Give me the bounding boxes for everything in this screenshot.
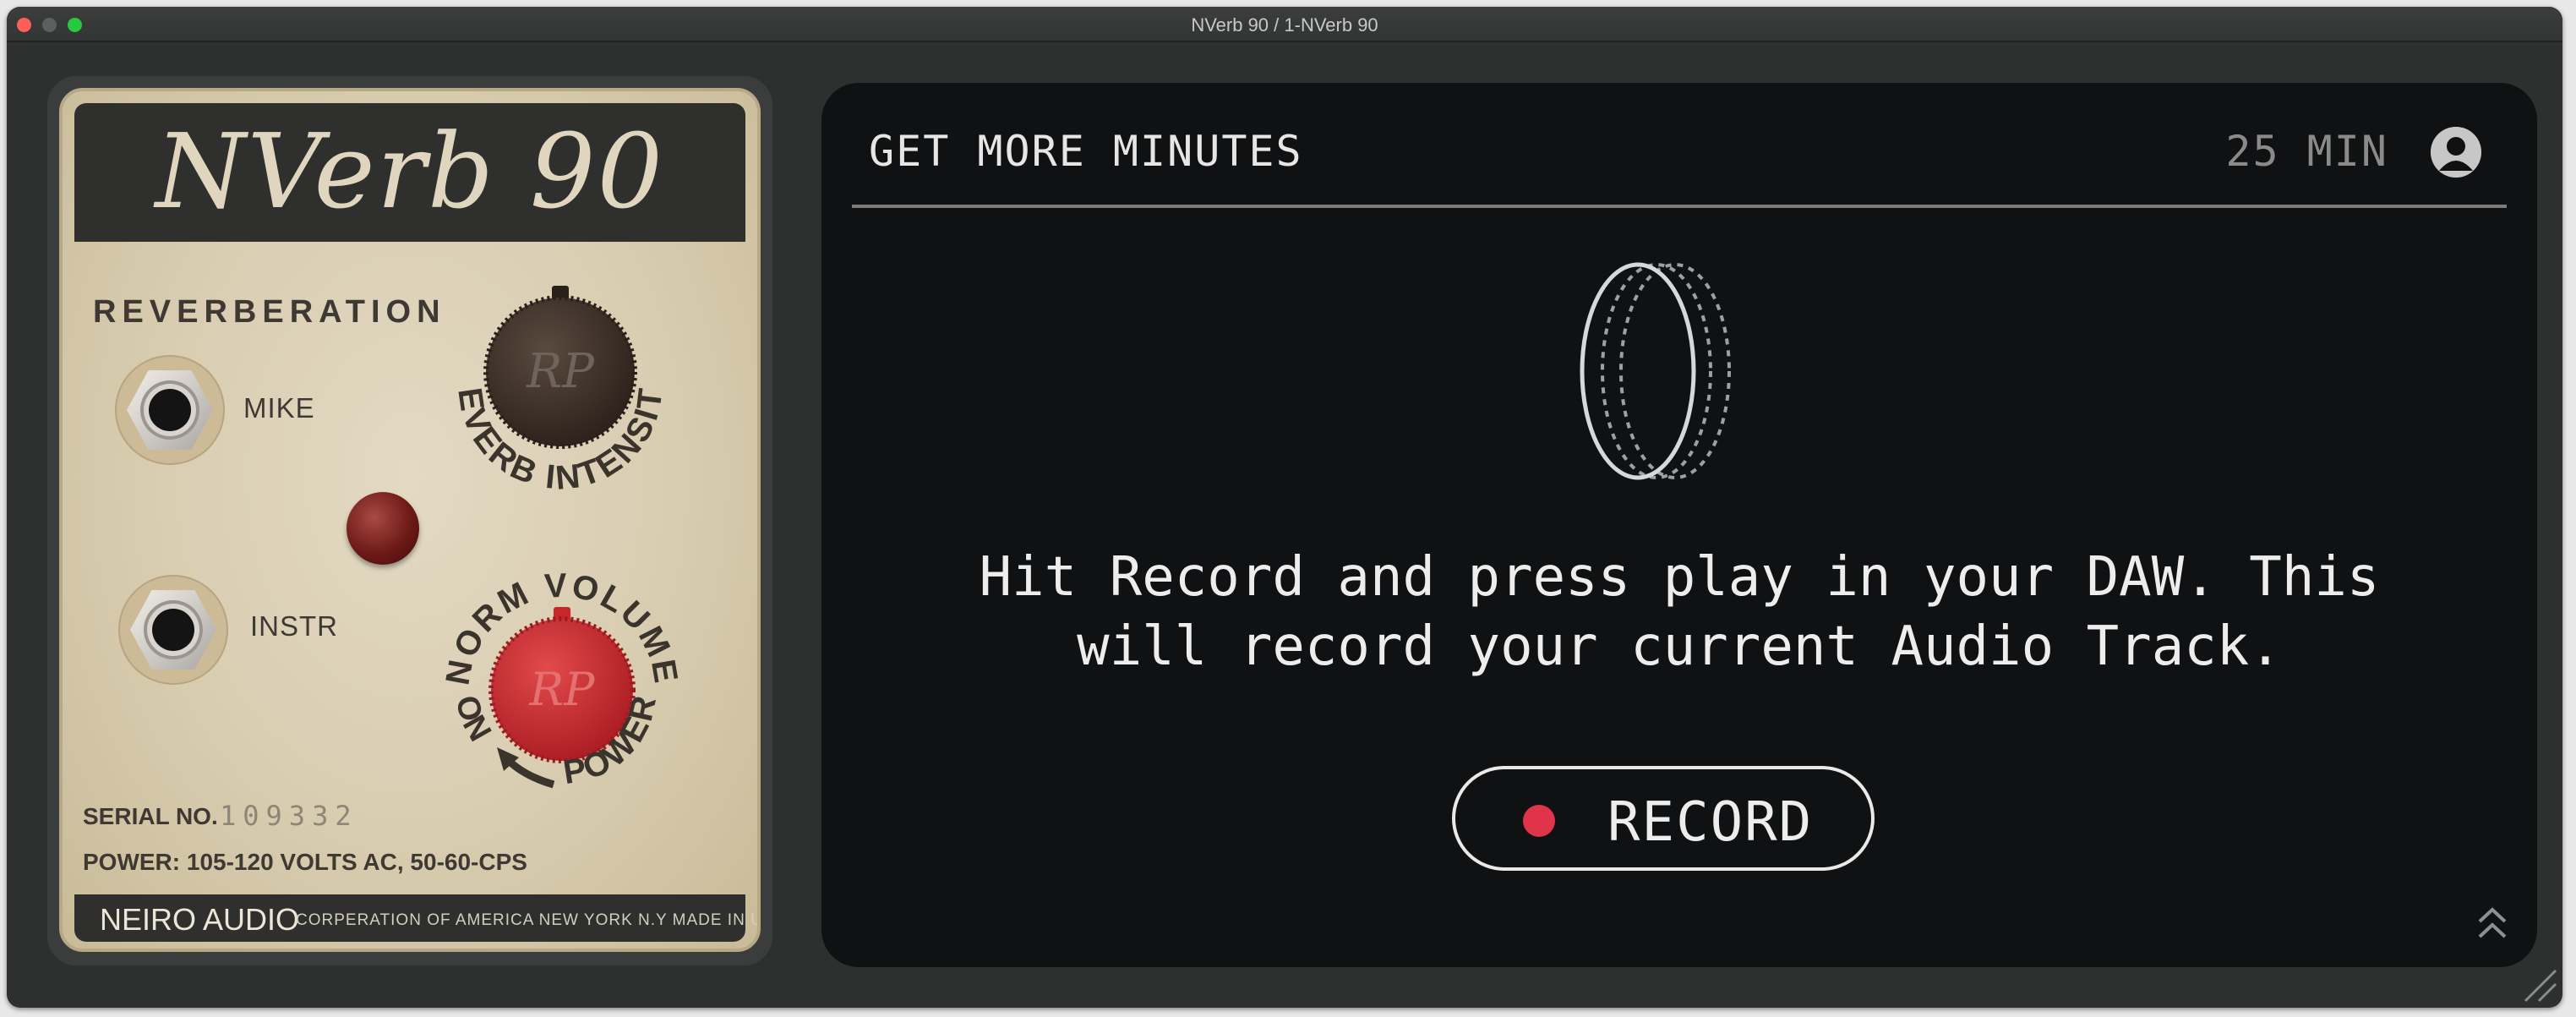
user-icon [2431,127,2481,178]
record-dot-icon [1523,805,1555,837]
knob-monogram: RP [529,663,597,716]
reverberation-title: REVERBERATION [93,294,446,330]
record-button-label: RECORD [1607,791,1814,854]
power-arrow-icon [504,756,555,789]
instr-input-jack[interactable] [118,575,228,685]
serial-label: SERIAL NO. [83,803,218,829]
amp-footer: NEIRO AUDIO CORPERATION OF AMERICA NEW Y… [74,894,757,942]
serial-number: 109332 [220,800,358,832]
pilot-lamp [347,492,419,565]
mike-jack-label: MIKE [243,392,315,424]
amp-logo: NVerb 90 [155,112,665,232]
brand-name: NEIRO AUDIO [100,902,300,937]
mike-input-jack[interactable] [115,355,225,465]
reverb-intensity-knob[interactable]: RP REVERB INTENSITY [421,277,700,522]
amp-header: NVerb 90 [74,103,745,242]
title-bar: NVerb 90 / 1-NVerb 90 [7,7,2562,42]
header-divider [852,205,2507,208]
instr-jack-label: INSTR [250,610,338,642]
norm-volume-knob[interactable]: NORM VOLUME RP POWER ON [423,555,701,817]
jack-socket [149,389,191,431]
chevron-double-up-icon[interactable] [2476,905,2508,942]
get-more-minutes-link[interactable]: GET MORE MINUTES [869,127,1303,176]
instructions-text: Hit Record and press play in your DAW. T… [979,546,2380,678]
plugin-window: NVerb 90 / 1-NVerb 90 NVerb 90 REVERBERA… [7,7,2562,1008]
power-spec: POWER: 105-120 VOLTS AC, 50-60-CPS [83,849,527,875]
resize-grip-icon[interactable] [2519,964,2557,1003]
footer-text: CORPERATION OF AMERICA NEW YORK N.Y MADE… [296,911,761,929]
user-account-button[interactable] [2431,127,2481,178]
minutes-remaining: 25 MIN [2225,127,2388,176]
knob-monogram: RP [526,344,595,399]
window-title: NVerb 90 / 1-NVerb 90 [1191,14,1378,36]
recording-panel: GET MORE MINUTES 25 MIN Hit Record and p… [821,83,2537,967]
on-label: ON [448,692,498,747]
record-button[interactable]: RECORD [1452,766,1875,871]
audio-rings-icon [1580,262,1731,480]
jack-socket [152,609,194,651]
amp-panel: NVerb 90 REVERBERATION MIKE INSTR RP EVE… [59,88,761,952]
